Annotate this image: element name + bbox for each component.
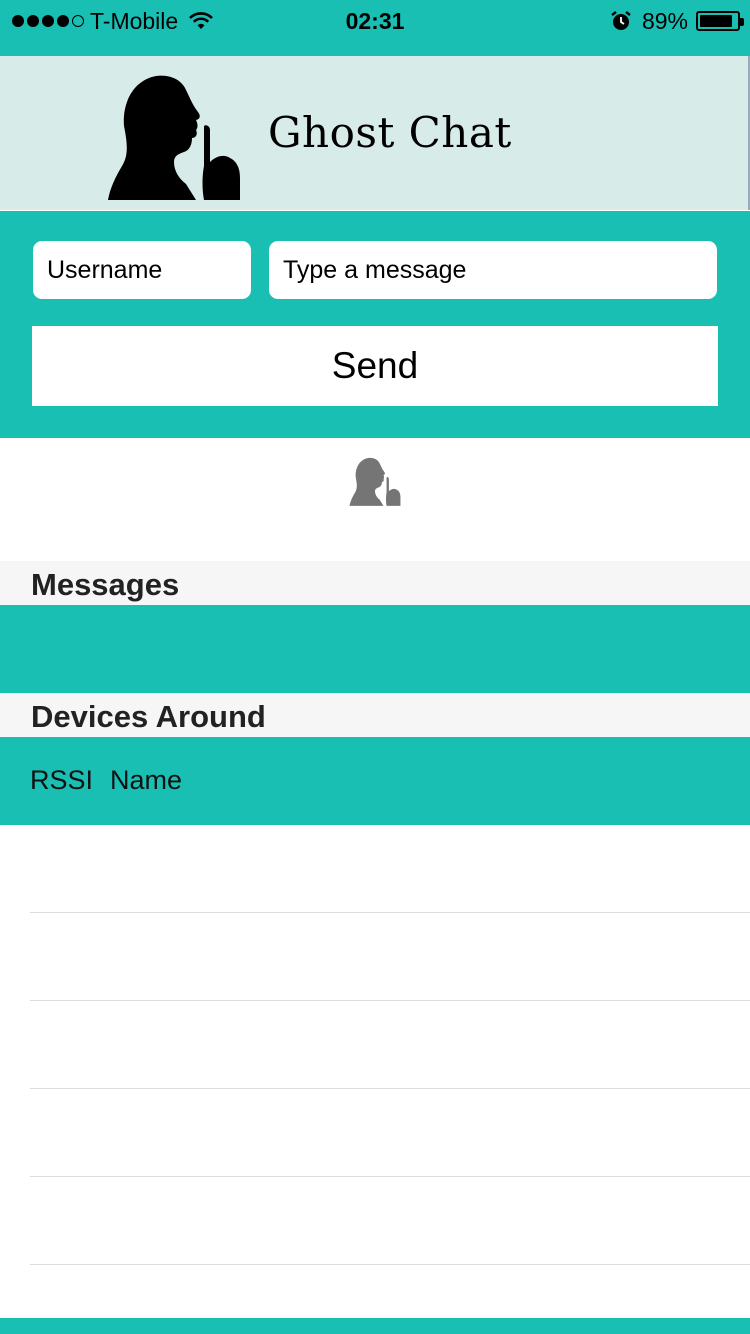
devices-title: Devices Around — [31, 699, 266, 734]
app-title: Ghost Chat — [268, 108, 512, 157]
messages-title: Messages — [31, 567, 180, 602]
row-separator — [30, 1088, 750, 1089]
row-separator — [30, 912, 750, 913]
row-separator — [30, 1176, 750, 1177]
bottom-bar — [0, 1318, 750, 1334]
silhouette-shush-small-icon — [349, 457, 401, 506]
app-header: Ghost Chat — [0, 56, 750, 210]
row-separator — [30, 1264, 750, 1265]
column-name: Name — [110, 765, 183, 795]
messages-list[interactable] — [0, 605, 750, 693]
message-input[interactable] — [269, 241, 717, 299]
username-input[interactable] — [33, 241, 251, 299]
alarm-icon — [611, 11, 631, 30]
battery-icon — [696, 11, 744, 31]
status-bar: T-Mobile 02:31 89% — [0, 0, 750, 56]
send-button[interactable]: Send — [32, 326, 718, 406]
silhouette-shush-icon — [108, 75, 240, 200]
battery-percent: 89% — [641, 7, 688, 34]
devices-column-header: RSSI Name — [0, 737, 750, 825]
status-right: 89% — [610, 7, 744, 34]
compose-panel: Send — [0, 211, 750, 438]
column-rssi: RSSI — [30, 765, 94, 795]
row-separator — [30, 1000, 750, 1001]
devices-section-header: Devices Around — [0, 693, 750, 737]
messages-section-header: Messages — [0, 561, 750, 605]
